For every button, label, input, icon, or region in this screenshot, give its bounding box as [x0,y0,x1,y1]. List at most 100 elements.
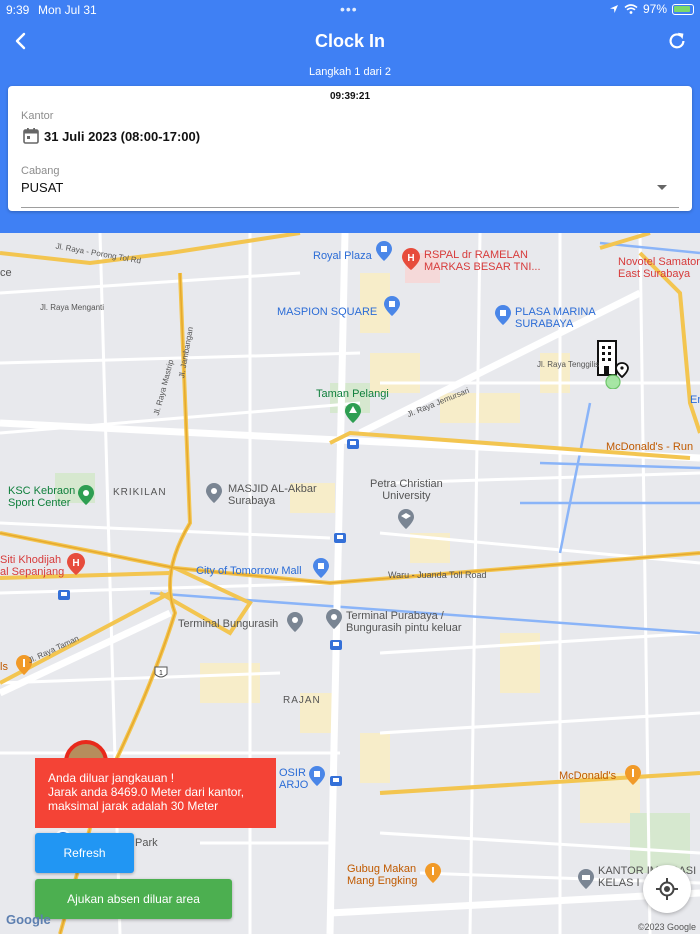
shopping-pin-icon[interactable] [309,766,325,786]
map-copyright: ©2023 Google [637,922,696,932]
poi-purabaya-line2: Bungurasih pintu keluar [346,622,462,634]
refresh-button[interactable]: Refresh [35,833,134,873]
map-view[interactable]: H H Royal Plaza RSPAL dr RAMELAN MARKAS B… [0,233,700,934]
poi-ksc[interactable]: KSC Kebraon Sport Center [8,485,75,509]
poi-osir-line1: OSIR [279,767,306,779]
poi-royal-plaza[interactable]: Royal Plaza [313,250,372,262]
cabang-dropdown[interactable]: PUSAT [21,179,679,208]
poi-imigrasi-line2: KELAS I [598,877,640,889]
poi-novotel[interactable]: Novotel Samator East Surabaya [618,256,700,280]
poi-left-ce: ce [0,267,12,279]
poi-left-ls: ls [0,661,8,673]
poi-plasa-line2: SURABAYA [515,318,574,330]
battery-percent: 97% [642,2,667,16]
multitask-dots-icon[interactable]: ••• [340,1,358,17]
poi-osir-line2: ARJO [279,779,309,791]
office-building-icon[interactable] [594,339,630,389]
poi-mcd-rungkut[interactable]: McDonald's - Run [606,441,693,453]
park-pin-icon[interactable] [78,485,94,505]
restaurant-pin-icon[interactable] [425,863,441,883]
step-indicator: Langkah 1 dari 2 [309,66,391,78]
transit-icon [330,640,342,650]
poi-petra-line2: University [382,490,431,502]
svg-text:H: H [407,253,414,264]
poi-plasa-marina[interactable]: PLASA MARINA SURABAYA [515,306,596,330]
area-krikilan: KRIKILAN [113,487,167,498]
page-title: Clock In [314,31,385,51]
google-logo: Google [6,912,51,927]
mosque-pin-icon[interactable] [206,483,222,503]
poi-rspal[interactable]: RSPAL dr RAMELAN MARKAS BESAR TNI... [424,249,541,273]
hospital-pin-icon[interactable]: H [67,553,85,575]
poi-masjid-line2: Surabaya [228,495,276,507]
kantor-schedule: 31 Juli 2023 (08:00-17:00) [22,127,200,145]
poi-park[interactable]: Park [135,837,158,849]
poi-terminal-bungurasih[interactable]: Terminal Bungurasih [178,618,278,630]
hospital-pin-icon[interactable]: H [402,248,420,270]
poi-purabaya-line1: Terminal Purabaya / [346,610,444,622]
my-location-button[interactable] [643,865,691,913]
wifi-icon [624,4,638,14]
status-date: Mon Jul 31 [38,3,97,17]
status-right: 97% [609,2,694,16]
alert-line-2: Jarak anda 8469.0 Meter dari kantor, [48,785,245,799]
poi-siti-khodijah[interactable]: Siti Khodijah al Sepanjang [0,554,64,578]
alert-line-3: maksimal jarak adalah 30 Meter [48,799,219,813]
transit-icon [330,776,342,786]
road-waru-juanda: Waru - Juanda Toll Road [388,570,487,580]
place-pin-icon[interactable] [287,612,303,632]
area-rajan: RAJAN [283,695,321,706]
poi-petra[interactable]: Petra Christian University [370,478,443,502]
status-bar: 9:39 Mon Jul 31 ••• 97% [0,0,700,20]
poi-novotel-line1: Novotel Samator [618,256,700,268]
government-pin-icon[interactable] [578,869,594,889]
transit-icon [58,590,70,600]
road-menganti: Jl. Raya Menganti [40,303,105,312]
clock-in-card: 09:39:21 Kantor 31 Juli 2023 (08:00-17:0… [8,86,692,211]
dropdown-arrow-icon [657,185,667,190]
current-time: 09:39:21 [329,91,371,102]
poi-siti-line2: al Sepanjang [0,566,65,578]
poi-terminal-purabaya[interactable]: Terminal Purabaya / Bungurasih pintu kelu… [346,610,462,634]
poi-right-er: Er [690,394,700,406]
crosshair-icon [656,878,678,900]
park-pin-icon[interactable] [345,403,361,423]
transit-icon [347,439,359,449]
place-pin-icon[interactable] [326,609,342,629]
poi-masjid-line1: MASJID AL-Akbar [228,483,317,495]
poi-osir[interactable]: OSIR ARJO [279,767,308,791]
svg-text:1: 1 [159,670,163,677]
poi-novotel-line2: East Surabaya [618,268,691,280]
poi-taman-pelangi[interactable]: Taman Pelangi [316,388,389,400]
kantor-value: 31 Juli 2023 (08:00-17:00) [44,128,201,144]
status-time: 9:39 [6,3,30,17]
cabang-value: PUSAT [21,180,64,195]
restaurant-pin-icon[interactable] [625,765,641,785]
cabang-label: Cabang [21,165,60,177]
calendar-icon [23,128,39,144]
poi-masjid[interactable]: MASJID AL-Akbar Surabaya [228,483,317,507]
poi-mcd-2[interactable]: McDonald's [559,770,616,782]
kantor-label: Kantor [21,110,54,122]
battery-icon [672,3,694,15]
poi-rspal-line1: RSPAL dr RAMELAN [424,249,528,261]
poi-gubug-line1: Gubug Makan [347,863,417,875]
poi-maspion[interactable]: MASPION SQUARE [277,306,377,318]
school-pin-icon[interactable] [398,509,414,529]
shopping-pin-icon[interactable] [495,305,511,325]
location-arrow-icon [609,5,618,13]
poi-gubug-makan[interactable]: Gubug Makan Mang Engking [347,863,417,887]
app-header: 9:39 Mon Jul 31 ••• 97% Clock In Langkah… [0,0,700,233]
submit-outside-area-button[interactable]: Ajukan absen diluar area [35,879,232,919]
alert-line-1: Anda diluar jangkauan ! [48,771,175,785]
poi-gubug-line2: Mang Engking [347,875,418,887]
poi-ksc-line1: KSC Kebraon [8,485,76,497]
shopping-pin-icon[interactable] [376,241,392,261]
poi-city-of-tomorrow[interactable]: City of Tomorrow Mall [196,565,302,577]
highway-shield-icon: 1 [154,666,168,678]
refresh-icon[interactable] [666,30,688,52]
poi-rspal-line2: MARKAS BESAR TNI... [424,261,541,273]
shopping-pin-icon[interactable] [384,296,400,316]
shopping-pin-icon[interactable] [313,558,329,578]
poi-plasa-line1: PLASA MARINA [515,306,596,318]
